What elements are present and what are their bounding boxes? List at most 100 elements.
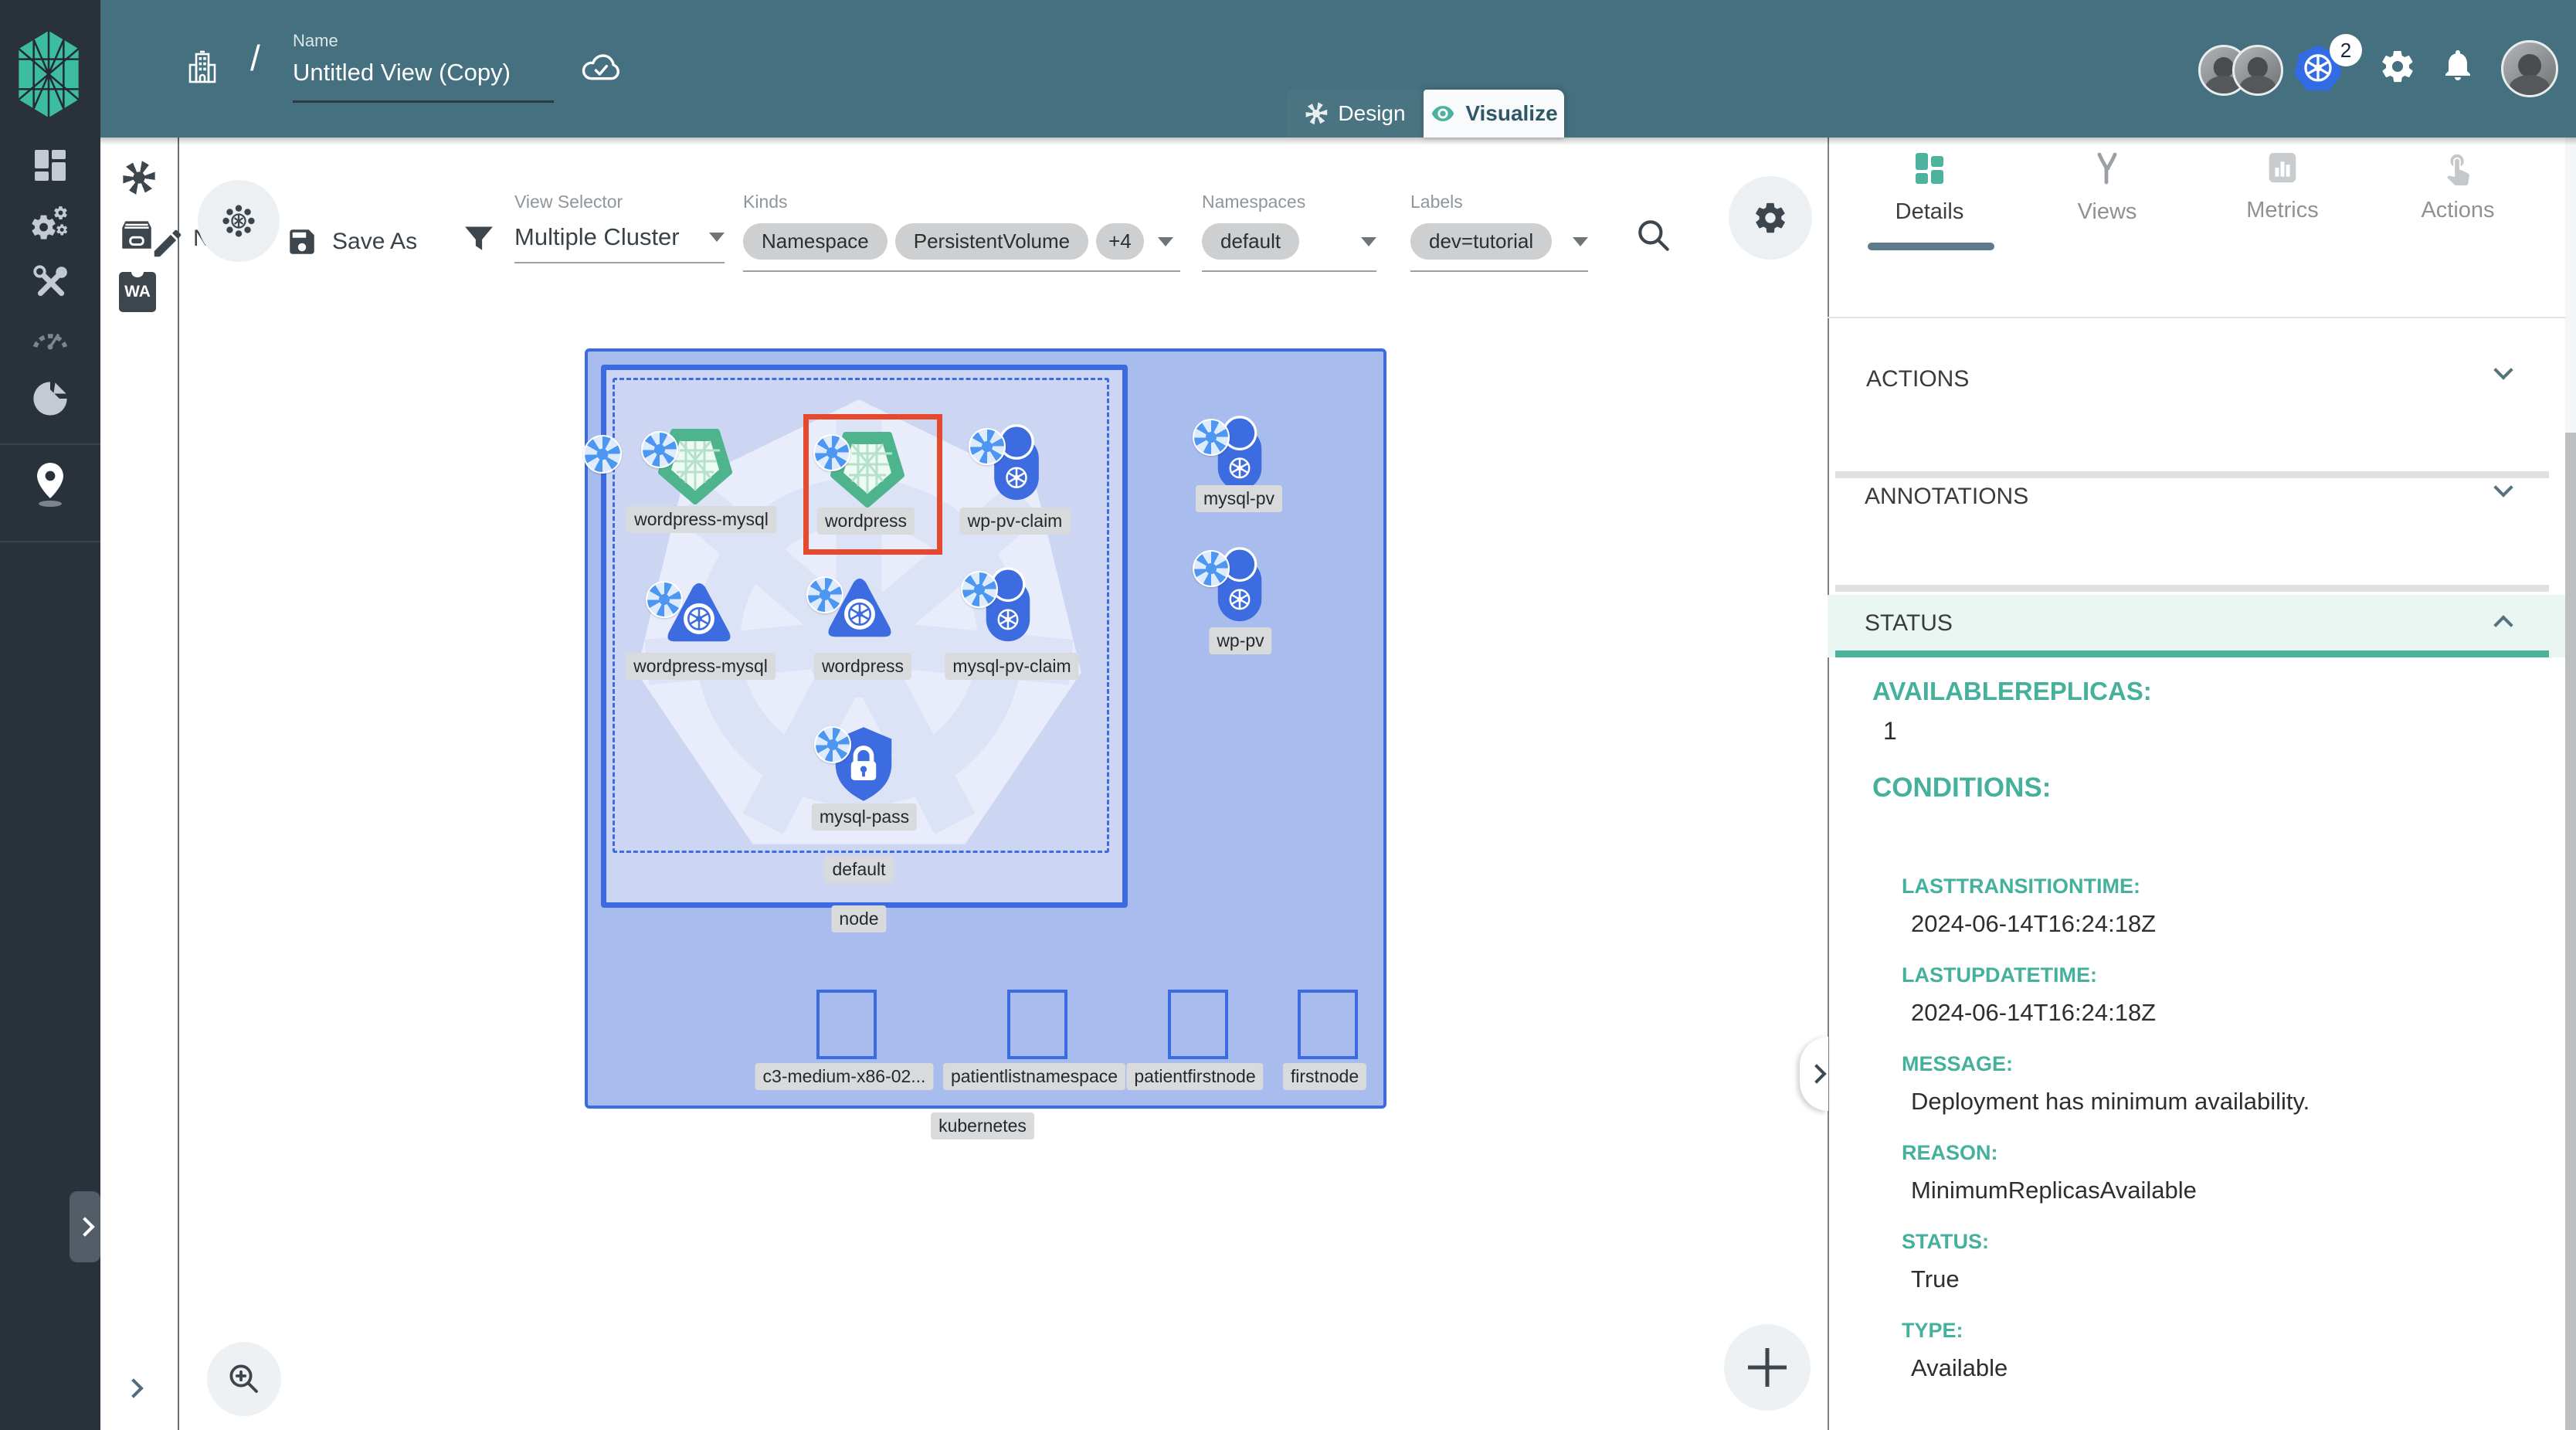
- node-c3-shape[interactable]: [816, 990, 877, 1059]
- kind-chip[interactable]: PersistentVolume: [895, 223, 1088, 260]
- panel-collapse-handle[interactable]: [1800, 1037, 1828, 1111]
- chevron-down-icon: [1361, 237, 1376, 246]
- visualize-eye-icon: [1430, 100, 1456, 127]
- condition-value: True: [1911, 1265, 1960, 1293]
- pinwheel-badge: [641, 431, 678, 468]
- cluster-label: kubernetes: [931, 1112, 1034, 1140]
- tab-label: Actions: [2421, 198, 2494, 223]
- kind-chip-more[interactable]: +4: [1096, 223, 1144, 260]
- section-divider: [1835, 585, 2549, 592]
- zoom-in-icon: [226, 1360, 263, 1398]
- pinwheel-badge: [806, 576, 843, 613]
- view-selector-value: Multiple Cluster: [514, 223, 680, 251]
- tab-design[interactable]: Design: [1286, 90, 1424, 138]
- edit-pencil-icon[interactable]: [150, 226, 185, 261]
- tab-metrics[interactable]: Metrics: [2205, 150, 2360, 223]
- view-selector-dropdown[interactable]: View Selector Multiple Cluster: [514, 192, 725, 263]
- status-section-title: STATUS: [1865, 610, 1953, 637]
- kind-chip[interactable]: Namespace: [743, 223, 888, 260]
- accordion-annotations[interactable]: ANNOTATIONS: [1865, 484, 2028, 510]
- labels-label: Labels: [1410, 192, 1588, 212]
- annotation-box-wordpress: [803, 414, 942, 555]
- kinds-label: Kinds: [743, 192, 1180, 212]
- search-icon[interactable]: [1634, 216, 1673, 255]
- node-group-label: node: [831, 905, 886, 932]
- pinwheel-badge: [814, 726, 851, 763]
- node-label: patientlistnamespace: [943, 1063, 1125, 1090]
- cloud-saved-icon: [579, 46, 621, 88]
- condition-key: LASTUPDATETIME:: [1902, 963, 2097, 987]
- namespaces-label: Namespaces: [1202, 192, 1376, 212]
- node-label: firstnode: [1283, 1063, 1366, 1090]
- node-label: mysql-pass: [812, 803, 917, 830]
- collaborator-avatar[interactable]: [2232, 45, 2283, 96]
- node-tool-button[interactable]: [198, 180, 280, 262]
- node-label: patientfirstnode: [1126, 1063, 1263, 1090]
- pinwheel-badge: [1193, 550, 1230, 587]
- meshery-shutter-icon[interactable]: [120, 159, 158, 196]
- save-as-floppy-icon[interactable]: [286, 226, 318, 258]
- metrics-chart-icon: [2265, 150, 2300, 185]
- sidebar-expand-handle[interactable]: [70, 1191, 100, 1262]
- header-shadow: [100, 138, 2576, 145]
- chevron-right-icon: [75, 1217, 94, 1236]
- namespaces-dropdown[interactable]: Namespaces default: [1202, 192, 1376, 272]
- condition-value: MinimumReplicasAvailable: [1911, 1177, 2197, 1204]
- view-name-underline: [293, 100, 554, 103]
- details-grid-icon: [1911, 150, 1948, 187]
- active-tab-underline: [1868, 243, 1994, 250]
- view-name-input[interactable]: [293, 59, 555, 87]
- node-patientfirstnode-shape[interactable]: [1168, 990, 1228, 1059]
- substrip-expand-chevron[interactable]: [124, 1378, 143, 1398]
- pinwheel-badge: [583, 435, 622, 474]
- visualize-tab-label: Visualize: [1465, 101, 1557, 126]
- tab-label: Metrics: [2246, 198, 2318, 223]
- tab-details[interactable]: Details: [1852, 150, 2007, 225]
- design-shutter-icon: [1304, 101, 1329, 126]
- tab-label: Details: [1896, 199, 1964, 225]
- chevron-down-icon: [709, 233, 725, 242]
- label-chip[interactable]: dev=tutorial: [1410, 223, 1552, 260]
- breadcrumb-separator: /: [250, 37, 260, 79]
- meshery-logo[interactable]: [12, 29, 85, 119]
- view-name-label: Name: [293, 31, 338, 51]
- panel-scrollbar-thumb[interactable]: [2565, 433, 2576, 1430]
- context-count-badge: 2: [2330, 34, 2362, 66]
- condition-key: TYPE:: [1902, 1319, 1963, 1343]
- condition-key: MESSAGE:: [1902, 1052, 2013, 1076]
- tab-visualize[interactable]: Visualize: [1424, 90, 1564, 138]
- wasm-filter-icon[interactable]: WA: [119, 272, 156, 312]
- sidebar-item-kanvas[interactable]: [0, 460, 100, 508]
- node-label: wordpress: [814, 653, 911, 680]
- pinwheel-badge: [969, 428, 1006, 465]
- sidebar-item-configuration[interactable]: [0, 263, 100, 301]
- add-node-button[interactable]: [1724, 1324, 1811, 1411]
- node-firstnode-shape[interactable]: [1298, 990, 1358, 1059]
- condition-value: 2024-06-14T16:24:18Z: [1911, 910, 2156, 938]
- labels-dropdown[interactable]: Labels dev=tutorial: [1410, 192, 1588, 272]
- namespace-label: default: [824, 856, 893, 883]
- sidebar-item-extensions[interactable]: [0, 379, 100, 419]
- node-patientlistnamespace-shape[interactable]: [1007, 990, 1067, 1059]
- sidebar-item-performance[interactable]: [0, 323, 100, 351]
- canvas-settings-button[interactable]: [1729, 176, 1812, 260]
- user-avatar[interactable]: [2501, 40, 2558, 97]
- status-value: 1: [1883, 717, 1897, 746]
- zoom-in-button[interactable]: [207, 1342, 281, 1416]
- notifications-bell-icon[interactable]: [2439, 46, 2476, 83]
- tab-actions[interactable]: Actions: [2381, 150, 2535, 223]
- design-tab-label: Design: [1338, 101, 1405, 126]
- tab-views[interactable]: Views: [2030, 150, 2184, 225]
- sidebar-item-dashboard[interactable]: [0, 147, 100, 184]
- accordion-actions[interactable]: ACTIONS: [1866, 366, 1969, 392]
- sidebar-divider: [0, 541, 100, 542]
- kinds-dropdown[interactable]: Kinds Namespace PersistentVolume +4: [743, 192, 1180, 272]
- condition-key: STATUS:: [1902, 1230, 1989, 1254]
- mode-toggle: Design Visualize: [1286, 90, 1564, 138]
- organization-icon[interactable]: [184, 43, 221, 93]
- sidebar-item-lifecycle[interactable]: [0, 202, 100, 244]
- save-as-button[interactable]: Save As: [332, 229, 417, 255]
- namespace-chip[interactable]: default: [1202, 223, 1299, 260]
- filter-funnel-icon[interactable]: [462, 222, 496, 256]
- settings-gear-icon[interactable]: [2379, 48, 2416, 85]
